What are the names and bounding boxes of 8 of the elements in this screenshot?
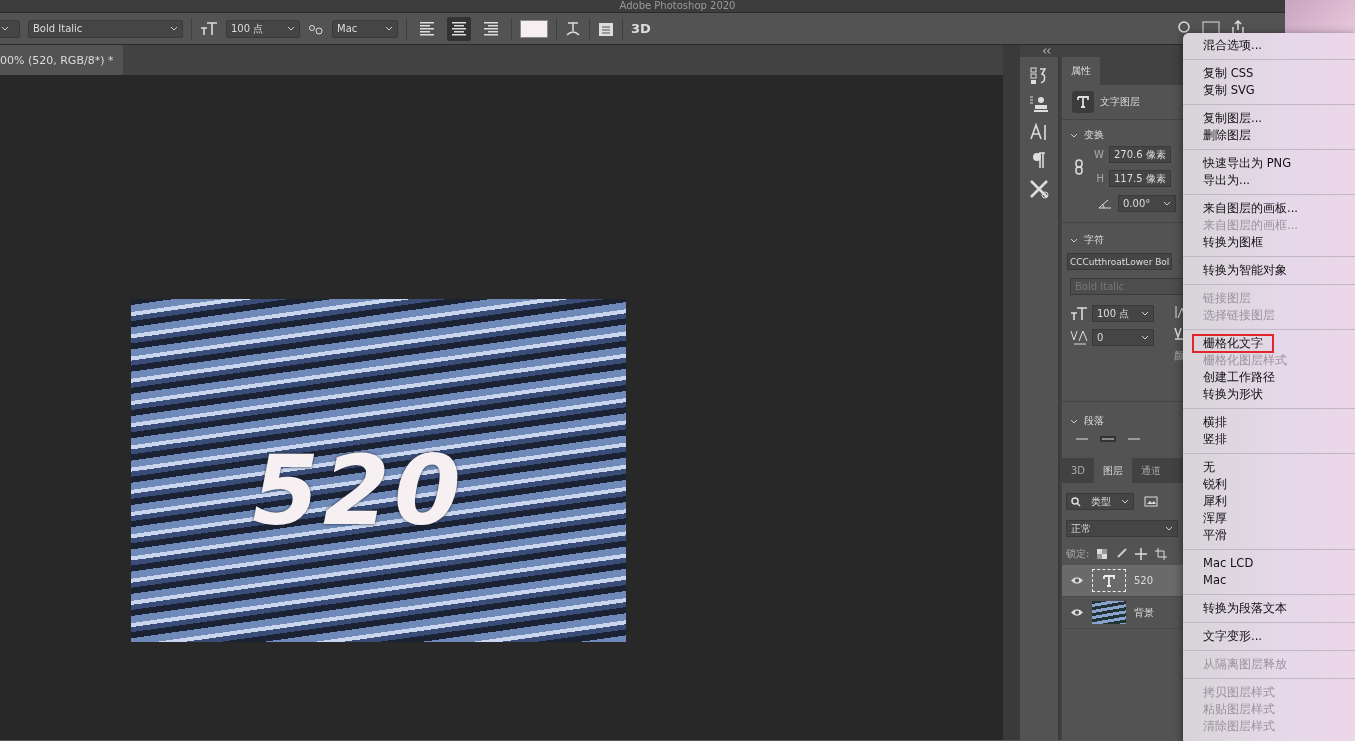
width-label: W	[1093, 149, 1104, 160]
height-label: H	[1095, 173, 1104, 184]
layer-kind-label: 文字图层	[1100, 95, 1140, 109]
layer-name: 背景	[1134, 605, 1154, 620]
lock-label: 锁定:	[1066, 547, 1090, 561]
layer-name: 520	[1134, 575, 1154, 586]
color-label: 颜	[1174, 349, 1184, 363]
window-title: Adobe Photoshop 2020	[619, 0, 736, 12]
